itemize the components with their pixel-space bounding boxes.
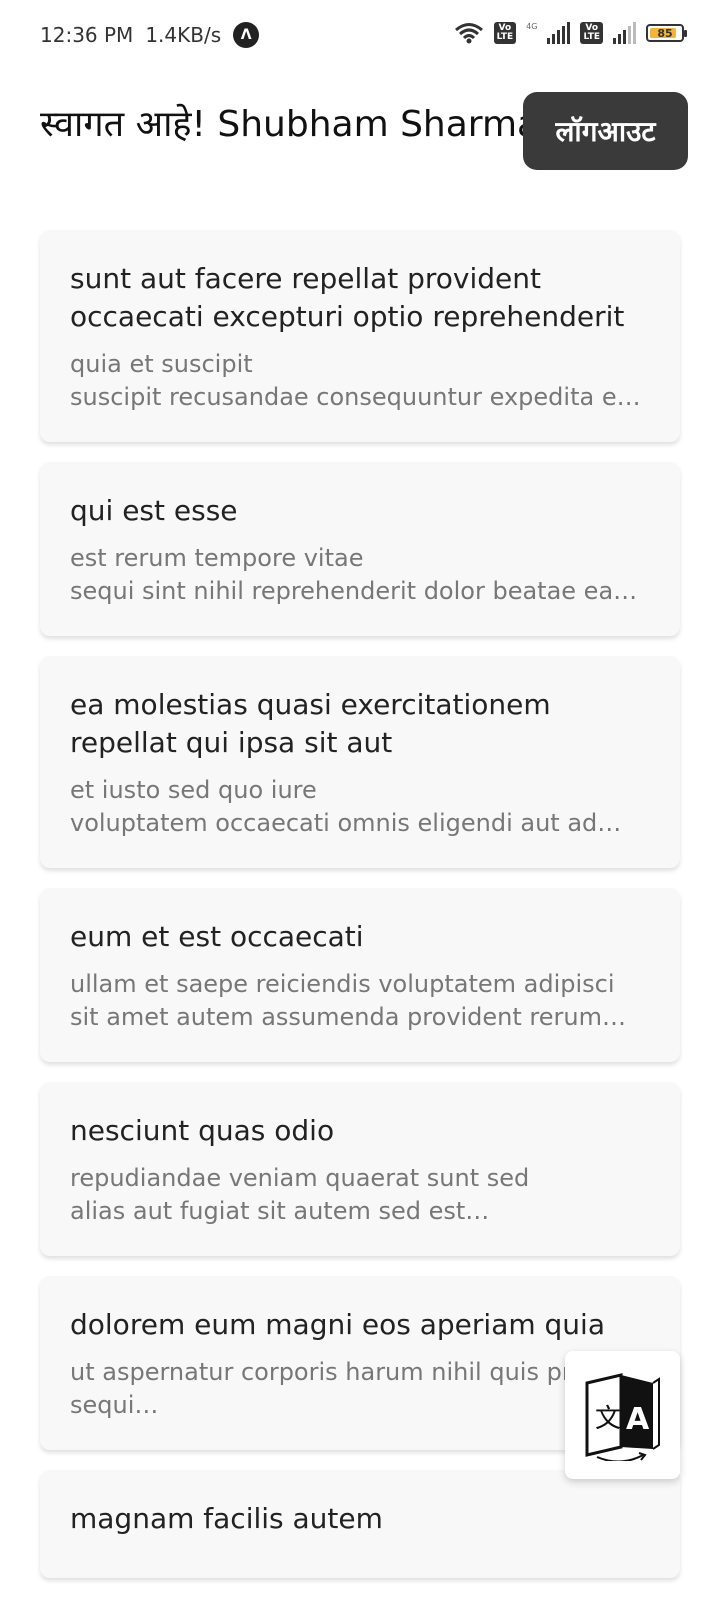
app-header: स्वागत आहे! Shubham Sharma लॉगआउट — [0, 88, 720, 178]
svg-text:A: A — [626, 1402, 650, 1437]
status-left: 12:36 PM 1.4KB/s Λ — [40, 22, 260, 48]
post-body: est rerum tempore vitae sequi sint nihil… — [70, 544, 614, 605]
welcome-title: स्वागत आहे! Shubham Sharma — [40, 104, 540, 145]
volte-icon: Vo LTE — [493, 22, 517, 44]
post-title: sunt aut facere repellat provident occae… — [70, 262, 625, 333]
lambda-icon: Λ — [233, 22, 260, 48]
post-card[interactable]: magnam facilis autem — [40, 1470, 680, 1578]
post-title: ea molestias quasi exercitationem repell… — [70, 688, 551, 759]
post-title: eum et est occaecati — [70, 920, 364, 953]
battery-label: 85 — [657, 26, 673, 40]
status-bar: 12:36 PM 1.4KB/s Λ Vo LTE 4G Vo LTE 85 — [0, 0, 720, 70]
status-time: 12:36 PM — [40, 23, 134, 47]
post-card[interactable]: ea molestias quasi exercitationem repell… — [40, 656, 680, 868]
logout-button[interactable]: लॉगआउट — [523, 92, 688, 170]
post-card[interactable]: qui est esse est rerum tempore vitae sequ… — [40, 462, 680, 636]
signal-icon — [547, 22, 571, 44]
signal-icon-2 — [613, 22, 636, 44]
translate-button[interactable]: 文 A — [565, 1351, 680, 1479]
net-speed: 1.4KB/s — [145, 23, 222, 47]
status-right: Vo LTE 4G Vo LTE 85 — [454, 22, 687, 44]
post-body: et iusto sed quo iure voluptatem occaeca… — [70, 776, 622, 837]
post-title: dolorem eum magni eos aperiam quia — [70, 1308, 605, 1341]
post-card[interactable]: eum et est occaecati ullam et saepe reici… — [40, 888, 680, 1062]
post-title: magnam facilis autem — [70, 1502, 383, 1535]
post-body: ullam et saepe reiciendis voluptatem adi… — [70, 970, 615, 1031]
post-card[interactable]: sunt aut facere repellat provident occae… — [40, 230, 680, 442]
translate-icon: 文 A — [585, 1373, 660, 1461]
network-gen: 4G — [526, 22, 538, 31]
battery-icon: 85 — [646, 24, 687, 42]
post-card[interactable]: nesciunt quas odio repudiandae veniam qua… — [40, 1082, 680, 1256]
post-title: qui est esse — [70, 494, 238, 527]
post-body: repudiandae veniam quaerat sunt sed alia… — [70, 1164, 530, 1225]
post-title: nesciunt quas odio — [70, 1114, 335, 1147]
svg-text:文: 文 — [595, 1404, 621, 1434]
volte-icon-2: Vo LTE — [580, 22, 603, 44]
post-body: ut aspernatur corporis harum nihil quis … — [70, 1358, 586, 1419]
wifi-icon — [454, 23, 483, 44]
post-body: quia et suscipit suscipit recusandae con… — [70, 350, 627, 411]
